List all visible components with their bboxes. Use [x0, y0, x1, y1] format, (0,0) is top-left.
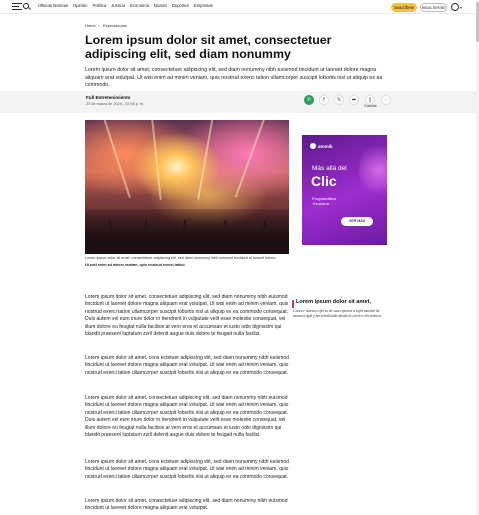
ad-brand-logo: atomik — [310, 143, 333, 149]
article-paragraph-4: Lorem ipsum dolor sit amet, cons ectetue… — [85, 459, 289, 480]
article-subtitle: Lorem ipsum dolor sit amet, consectetuer… — [85, 67, 383, 88]
nav-link-economia[interactable]: Economía — [130, 3, 149, 8]
article-paragraph-2: Lorem ipsum dolor sit amet, cons ectetue… — [85, 355, 289, 376]
publish-date: 23 de marzo de 2024 - 02:08 p. m. — [86, 102, 145, 106]
top-navbar: Últimas Noticias Opinión Política Justic… — [0, 0, 479, 14]
subscribe-button[interactable]: Suscríbete — [391, 3, 417, 12]
ad-headline-1: Más allá del — [312, 165, 347, 172]
search-icon[interactable] — [23, 3, 29, 9]
image-credit: Ut wisi enim ad minim veniam, quis nostr… — [85, 263, 185, 267]
image-caption: Lorem ipsum dolor sit amet, consectetuer… — [85, 256, 277, 260]
ad-glow-decoration — [359, 140, 387, 200]
author-name[interactable]: Full Entretenimiento — [86, 95, 130, 100]
breadcrumb-separator-icon: › — [98, 23, 101, 28]
nav-link-opinion[interactable]: Opinión — [73, 3, 87, 8]
facebook-share-icon[interactable]: f — [319, 95, 329, 105]
stage-light-beam — [150, 120, 162, 200]
breadcrumb-home[interactable]: Home — [85, 23, 96, 28]
nav-link-empresas[interactable]: Empresas — [194, 3, 213, 8]
atomik-logo-icon — [310, 143, 316, 149]
stage-light-beam — [234, 120, 268, 198]
raised-hand — [145, 220, 147, 236]
article-paragraph-5: Lorem ipsum dolor sit amet, consectetuer… — [85, 498, 288, 512]
share-link-icon[interactable]: ➦ — [349, 95, 359, 105]
aside-text: Conoce nuestra oferta de suscriptores a … — [293, 309, 383, 318]
save-label: Guardar — [364, 104, 377, 108]
nav-links: Últimas Noticias Opinión Política Justic… — [38, 3, 213, 8]
nav-link-justicia[interactable]: Justicia — [111, 3, 125, 8]
nav-link-deportes[interactable]: Deportes — [172, 3, 189, 8]
nav-link-politica[interactable]: Política — [92, 3, 106, 8]
breadcrumb-section[interactable]: Espectáculos — [103, 23, 127, 28]
ad-cta-button[interactable]: VER MÁS — [341, 217, 373, 226]
stage-light-beam — [197, 120, 215, 200]
article-title: Lorem ipsum dolor sit amet, consectetuer… — [85, 33, 332, 61]
crowd-silhouette — [85, 209, 289, 254]
stage-light-beam — [101, 120, 131, 199]
ad-headline-2: Clic — [311, 173, 337, 189]
nav-link-ultimas-noticias[interactable]: Últimas Noticias — [38, 3, 68, 8]
chevron-down-icon[interactable]: ▾ — [460, 5, 462, 10]
hamburger-menu-icon[interactable] — [12, 3, 22, 11]
author-bar — [0, 91, 476, 113]
article-paragraph-1: Lorem ipsum dolor sit amet, consectetuer… — [85, 294, 289, 338]
aside-accent-bar — [292, 300, 294, 308]
article-paragraph-3: Lorem ipsum dolor sit amet, consectetuer… — [85, 395, 289, 439]
ad-brand-name: atomik — [318, 143, 333, 149]
comment-icon[interactable]: ◌ — [381, 95, 391, 105]
x-share-icon[interactable]: 𝕏 — [334, 95, 344, 105]
whatsapp-share-icon[interactable]: ✆ — [304, 95, 314, 105]
aside-title: Lorem ipsum dolor sit amet, — [296, 299, 371, 305]
user-account-icon[interactable] — [451, 3, 459, 11]
advertisement-banner[interactable]: atomik Más allá del Clic Programática +h… — [302, 135, 387, 245]
ad-tagline: Programática +humana — [312, 196, 336, 206]
login-button[interactable]: Inicia Sesión — [420, 3, 447, 12]
breadcrumb: Home › Espectáculos — [85, 23, 127, 28]
hero-image-concert — [85, 120, 289, 254]
nav-link-mundo[interactable]: Mundo — [154, 3, 167, 8]
